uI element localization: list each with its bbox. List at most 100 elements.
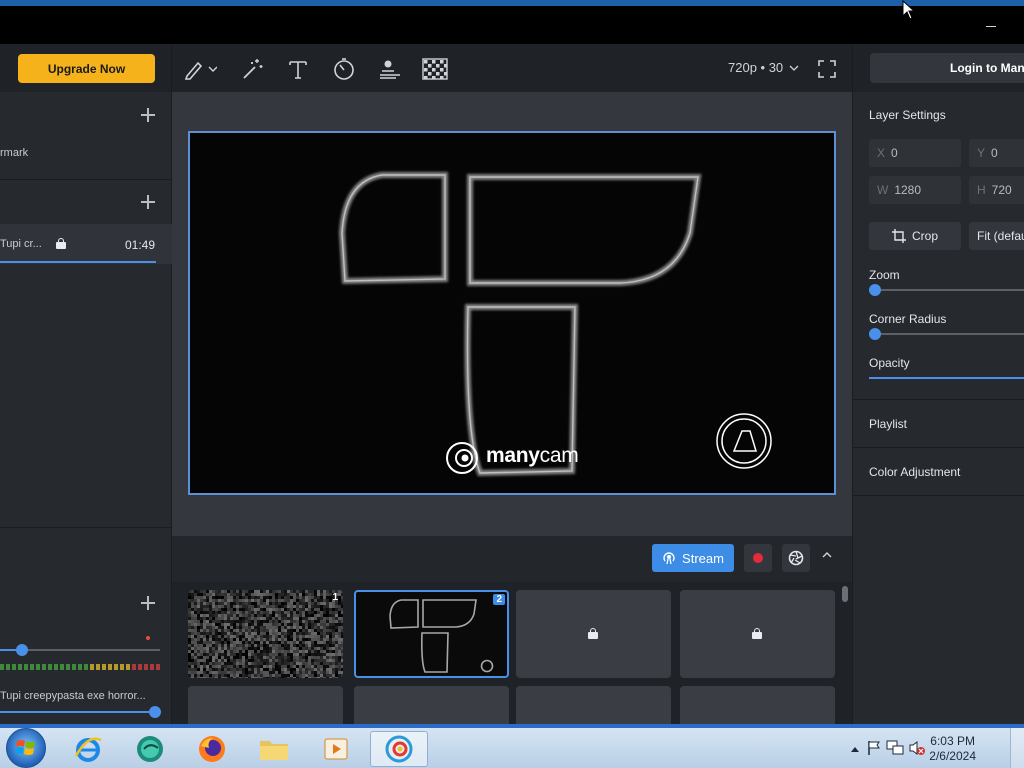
width-field[interactable]: W 1280 (869, 176, 961, 204)
source-tile-2[interactable]: 2 (354, 590, 509, 678)
draw-icon[interactable] (182, 56, 218, 82)
show-hidden-icons-icon[interactable] (850, 745, 860, 753)
record-button[interactable] (744, 544, 772, 572)
action-center-flag-icon[interactable] (866, 740, 882, 756)
source-volume-knob[interactable] (149, 706, 161, 718)
preview-stage: manycam (172, 92, 852, 536)
source-tile-8[interactable] (680, 686, 835, 724)
camera-shutter-icon (788, 550, 804, 566)
tupi-thumbnail-image (389, 599, 494, 673)
title-bar (0, 6, 1024, 44)
y-position-field[interactable]: Y0 (969, 139, 1024, 167)
video-preview[interactable]: manycam (188, 131, 836, 495)
windows-logo-icon (15, 740, 35, 755)
manycam-taskbar-icon[interactable] (370, 731, 428, 767)
h-value: 720 (991, 183, 1012, 197)
meter-segment (150, 664, 154, 670)
file-explorer-taskbar-icon[interactable] (248, 731, 300, 767)
fullscreen-icon[interactable] (814, 56, 840, 82)
fit-default-dropdown[interactable]: Fit (defau (969, 222, 1024, 250)
opacity-label: Opacity (869, 356, 910, 370)
right-panel-header: Login to Many (853, 44, 1024, 92)
mic-volume-knob[interactable] (16, 644, 28, 656)
system-tray: 6:03 PM 2/6/2024 (834, 728, 1024, 768)
green-app-taskbar-icon[interactable] (124, 731, 176, 767)
x-position-field[interactable]: X0 (869, 139, 961, 167)
lock-icon (752, 628, 762, 639)
video-progress-line (0, 261, 156, 263)
meter-segment (102, 664, 106, 670)
upgrade-now-button[interactable]: Upgrade Now (18, 54, 155, 83)
clock-date: 2/6/2024 (929, 749, 976, 763)
lock-icon (56, 238, 66, 249)
source-tile-7[interactable] (516, 686, 671, 724)
start-button[interactable] (6, 728, 46, 768)
internet-explorer-taskbar-icon[interactable] (62, 731, 114, 767)
source-tile-6[interactable] (354, 686, 509, 724)
zoom-slider[interactable] (873, 289, 1024, 291)
playlist-section[interactable]: Playlist (869, 417, 907, 431)
zoom-label: Zoom (869, 268, 900, 282)
right-panel: Login to Many Layer Settings X0 Y0 W 1280… (852, 44, 1024, 724)
source-tile-1[interactable]: 1 (188, 590, 343, 678)
minimize-button[interactable] (984, 16, 998, 30)
meter-segment (120, 664, 124, 670)
volume-muted-icon[interactable] (908, 740, 926, 756)
crop-button[interactable]: Crop (869, 222, 961, 250)
corner-radius-label: Corner Radius (869, 312, 947, 326)
corner-radius-slider[interactable] (873, 333, 1024, 335)
show-desktop-button[interactable] (1010, 728, 1024, 768)
video-list-item[interactable]: Tupi cr... 01:49 (0, 224, 172, 264)
add-preset-icon[interactable] (141, 108, 155, 122)
timer-icon[interactable] (331, 56, 357, 82)
text-icon[interactable] (285, 56, 311, 82)
network-icon[interactable] (886, 740, 904, 756)
y-label: Y (977, 146, 986, 160)
source-volume-slider[interactable] (0, 711, 154, 713)
grid-scrollbar[interactable] (842, 586, 848, 602)
firefox-taskbar-icon[interactable] (186, 731, 238, 767)
chevron-down-icon (789, 65, 799, 71)
source-tile-5[interactable] (188, 686, 343, 724)
left-panel: Upgrade Now rmark Tupi cr... 01:49 Tupi … (0, 44, 172, 732)
tile-number: 2 (493, 594, 505, 605)
meter-segment (138, 664, 142, 670)
add-audio-icon[interactable] (141, 596, 155, 610)
snapshot-button[interactable] (782, 544, 810, 572)
divider (853, 399, 1024, 400)
add-video-icon[interactable] (141, 195, 155, 209)
h-label: H (977, 183, 986, 197)
meter-segment (30, 664, 34, 670)
meter-segment (96, 664, 100, 670)
resolution-label: 720p • 30 (728, 60, 784, 75)
stream-button[interactable]: Stream (652, 544, 734, 572)
meter-segment (90, 664, 94, 670)
meter-segment (24, 664, 28, 670)
preset-item-label[interactable]: rmark (0, 147, 28, 159)
media-player-taskbar-icon[interactable] (310, 731, 362, 767)
windows-taskbar: 6:03 PM 2/6/2024 (0, 724, 1024, 768)
meter-segment (54, 664, 58, 670)
meter-segment (48, 664, 52, 670)
zoom-knob[interactable] (869, 284, 881, 296)
corner-radius-knob[interactable] (869, 328, 881, 340)
system-clock[interactable]: 6:03 PM 2/6/2024 (929, 734, 976, 764)
opacity-slider[interactable] (869, 377, 1024, 379)
source-tile-3-locked[interactable] (516, 590, 671, 678)
meter-segment (42, 664, 46, 670)
lower-thirds-icon[interactable] (377, 56, 403, 82)
meter-segment (66, 664, 70, 670)
height-field[interactable]: H 720 (969, 176, 1024, 204)
source-tile-4-locked[interactable] (680, 590, 835, 678)
meter-segment (36, 664, 40, 670)
resolution-selector[interactable]: 720p • 30 (728, 60, 799, 75)
videos-section: Tupi cr... 01:49 (0, 180, 172, 528)
watermark-bold-text: many (486, 444, 540, 467)
color-adjustment-section[interactable]: Color Adjustment (869, 465, 960, 479)
chroma-key-icon[interactable] (422, 56, 448, 82)
login-button[interactable]: Login to Many (870, 53, 1024, 83)
video-item-title: Tupi cr... (0, 238, 42, 250)
magic-wand-icon[interactable] (240, 56, 266, 82)
x-value: 0 (891, 146, 898, 160)
chevron-up-icon[interactable] (822, 550, 832, 560)
